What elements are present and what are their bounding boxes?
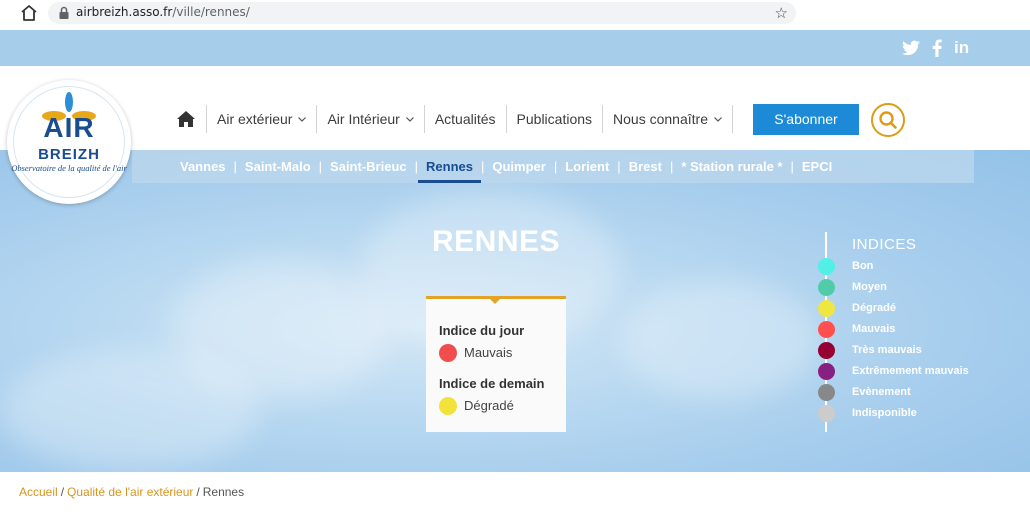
city-separator: | — [617, 159, 621, 174]
nav-item-label: Actualités — [434, 111, 496, 127]
nav-item-label: Nous connaître — [613, 111, 708, 127]
linkedin-icon[interactable]: in — [954, 39, 974, 57]
breadcrumb: Accueil / Qualité de l'air extérieur / Renne… — [19, 485, 244, 499]
url-host: airbreizh.asso.fr — [76, 5, 173, 19]
city-bar: Vannes | Saint-Malo | Saint-Brieuc | Ren… — [132, 150, 974, 183]
legend-item-extremement-mauvais: Extrêmement mauvais — [818, 362, 969, 380]
url-path: /ville/rennes/ — [172, 5, 250, 19]
legend-item-tres-mauvais: Très mauvais — [818, 341, 922, 359]
legend-label: Moyen — [852, 281, 887, 293]
nav-item-nous-connaitre[interactable]: Nous connaître — [603, 111, 732, 127]
chevron-down-icon — [298, 116, 307, 122]
nav-item-air-exterieur[interactable]: Air extérieur — [207, 111, 316, 127]
nav-item-label: Air Intérieur — [327, 111, 400, 127]
legend-label: Indisponible — [852, 407, 917, 419]
logo-tagline: Observatoire de la qualité de l'air — [11, 163, 127, 173]
city-separator: | — [790, 159, 794, 174]
index-card: Indice du jour Mauvais Indice de demain … — [426, 296, 566, 432]
city-separator: | — [480, 159, 485, 174]
legend-dot — [818, 299, 835, 317]
home-icon[interactable] — [176, 110, 196, 128]
star-icon[interactable]: ☆ — [775, 4, 788, 22]
card-notch — [489, 298, 501, 304]
nav-item-air-interieur[interactable]: Air Intérieur — [317, 111, 423, 127]
legend-item-moyen: Moyen — [818, 278, 887, 296]
cloud-decoration — [0, 350, 260, 470]
breadcrumb-separator: / — [196, 485, 200, 499]
tomorrow-index-value: Dégradé — [464, 398, 514, 413]
cloud-decoration — [620, 280, 820, 400]
legend-item-indisponible: Indisponible — [818, 404, 917, 422]
city-link-saint-malo[interactable]: Saint-Malo — [245, 159, 311, 174]
legend-item-mauvais: Mauvais — [818, 320, 895, 338]
legend-dot — [818, 404, 835, 422]
legend-dot — [818, 341, 835, 359]
city-separator: | — [553, 159, 558, 174]
city-link-epci[interactable]: EPCI — [802, 159, 832, 174]
legend-item-bon: Bon — [818, 257, 873, 275]
nav-item-actualites[interactable]: Actualités — [425, 111, 506, 127]
social-bar: in — [0, 30, 1030, 66]
legend-dot — [818, 278, 835, 296]
twitter-icon[interactable] — [902, 39, 920, 57]
legend-dot — [818, 320, 835, 338]
city-separator: | — [669, 159, 674, 174]
nav-divider — [731, 105, 733, 133]
home-icon[interactable] — [20, 4, 38, 22]
city-list: Vannes | Saint-Malo | Saint-Brieuc | Ren… — [180, 150, 832, 183]
breadcrumb-link-accueil[interactable]: Accueil — [19, 485, 58, 499]
subscribe-button[interactable]: S'abonner — [753, 104, 859, 135]
legend-label: Dégradé — [852, 302, 897, 314]
legend-label: Bon — [852, 260, 874, 272]
legend-label: Très mauvais — [852, 344, 922, 356]
nav-item-label: Air extérieur — [217, 111, 293, 127]
city-link-saint-brieuc[interactable]: Saint-Brieuc — [330, 159, 407, 174]
address-bar[interactable]: airbreizh.asso.fr/ville/rennes/ ☆ — [48, 2, 796, 24]
chevron-down-icon — [714, 116, 722, 122]
chevron-down-icon — [405, 116, 414, 122]
legend-label: Extrêmement mauvais — [852, 365, 969, 377]
nav-item-publications[interactable]: Publications — [507, 111, 603, 127]
today-index-dot — [439, 344, 457, 362]
legend-label: Evènement — [852, 386, 911, 398]
lock-icon — [59, 6, 69, 19]
breadcrumb-current: Rennes — [202, 485, 245, 499]
facebook-icon[interactable] — [931, 39, 943, 57]
search-icon — [879, 111, 897, 129]
breadcrumb-link-qualite-air[interactable]: Qualité de l'air extérieur — [67, 485, 193, 499]
city-link-station-rurale[interactable]: * Station rurale * — [681, 159, 782, 174]
logo-air-text: AIR — [43, 112, 95, 143]
legend-dot — [818, 383, 835, 401]
city-separator: | — [318, 159, 323, 174]
legend-title: INDICES — [852, 236, 917, 253]
breadcrumb-separator: / — [60, 485, 65, 499]
city-link-lorient[interactable]: Lorient — [565, 159, 609, 174]
logo-breizh-text: BREIZH — [38, 146, 100, 163]
legend-dot — [818, 362, 835, 380]
city-separator: | — [233, 159, 237, 174]
tomorrow-index-dot — [439, 397, 457, 415]
legend-dot — [818, 257, 835, 275]
nav-item-label: Publications — [516, 111, 593, 127]
city-separator: | — [414, 159, 419, 174]
city-link-quimper[interactable]: Quimper — [492, 159, 545, 174]
today-index-label: Indice du jour — [439, 323, 525, 338]
search-button[interactable] — [871, 103, 905, 137]
url-text: airbreizh.asso.fr/ville/rennes/ — [76, 5, 250, 19]
legend-label: Mauvais — [852, 323, 896, 335]
legend-item-degrade: Dégradé — [818, 299, 896, 317]
browser-toolbar: airbreizh.asso.fr/ville/rennes/ ☆ — [0, 0, 1030, 26]
city-link-rennes[interactable]: Rennes — [418, 159, 481, 183]
city-link-brest[interactable]: Brest — [629, 159, 662, 174]
site-logo[interactable]: AIR BREIZH Observatoire de la qualité de… — [7, 80, 131, 204]
city-link-vannes[interactable]: Vannes — [180, 159, 226, 174]
tomorrow-index-label: Indice de demain — [439, 376, 545, 391]
today-index-value: Mauvais — [464, 345, 513, 360]
main-nav: Air extérieur Air Intérieur Actualités P… — [176, 104, 733, 134]
page-title: RENNES — [431, 225, 561, 258]
legend-item-evenement: Evènement — [818, 383, 911, 401]
